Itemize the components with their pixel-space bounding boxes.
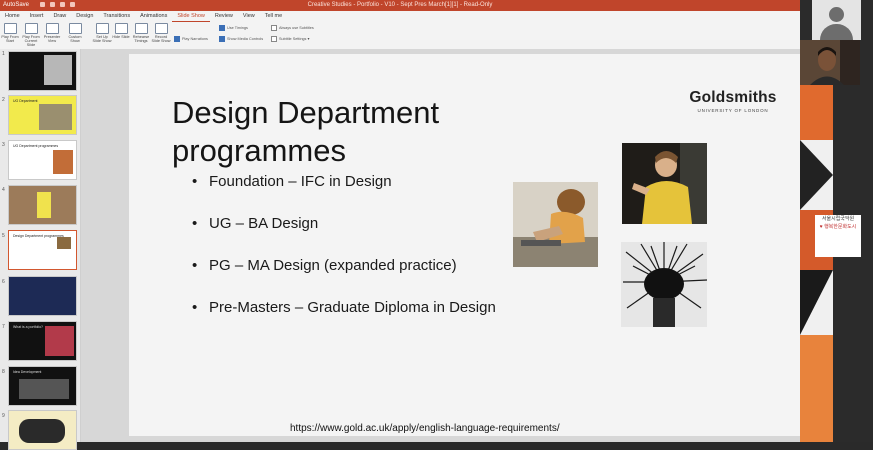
list-item: • Pre-Masters – Graduate Diploma in Desig…: [192, 299, 496, 316]
participant-avatar[interactable]: [812, 0, 861, 40]
show-media-controls-checkbox[interactable]: Show Media Controls: [219, 36, 263, 42]
person-icon: [829, 7, 844, 22]
slide-title-line: programmes: [172, 133, 346, 168]
thumbnail-image: [19, 419, 65, 443]
slide-thumbnail[interactable]: UG Department programmes: [8, 140, 77, 180]
presenter-icon: [45, 23, 59, 34]
rehearse-timings-button[interactable]: Rehearse Timings: [131, 23, 151, 43]
tab-transitions[interactable]: Transitions: [98, 11, 135, 22]
list-item: • Foundation – IFC in Design: [192, 173, 392, 190]
bullet-glyph: •: [192, 215, 198, 232]
slide-thumbnails-panel: 1 2 UG Department 3 UG Department progra…: [0, 49, 81, 450]
slide-number: 7: [2, 324, 5, 330]
slide-thumbnail[interactable]: What is a portfolio?: [8, 321, 77, 361]
thumbnail-image: [37, 192, 51, 218]
slide-number: 9: [2, 413, 5, 419]
play-icon: [24, 23, 38, 34]
slide-number: 8: [2, 369, 5, 375]
slide-thumbnail[interactable]: [8, 276, 77, 316]
use-timings-checkbox[interactable]: Use Timings: [219, 25, 248, 31]
tab-slide-show[interactable]: Slide Show: [172, 12, 210, 22]
thumbnail-image: [53, 150, 73, 174]
checkbox-icon: [219, 36, 225, 42]
slide-number: 5: [2, 233, 5, 239]
slide-number: 2: [2, 97, 5, 103]
slide-number: 6: [2, 279, 5, 285]
thumbnail-image: [45, 326, 74, 356]
bullet-glyph: •: [192, 173, 198, 190]
thumbnail-image: [57, 237, 71, 249]
ribbon-tabs: Home Insert Draw Design Transitions Anim…: [0, 11, 800, 22]
korean-logo-text: 서울시립국악원 ♥ 행복한문화도시: [815, 215, 861, 257]
record-icon: [154, 23, 168, 34]
bullet-list[interactable]: • Foundation – IFC in Design • UG – BA Des…: [192, 173, 496, 341]
subtitle-settings-dropdown[interactable]: Subtitle Settings ▾: [271, 36, 309, 42]
video-panel: 서울시립국악원 ♥ 행복한문화도시: [800, 0, 873, 442]
presenter-view-button[interactable]: Presenter View: [42, 23, 62, 43]
tab-review[interactable]: Review: [210, 11, 238, 22]
custom-show-icon: [68, 23, 82, 34]
slide-number: 1: [2, 51, 5, 57]
tab-home[interactable]: Home: [0, 11, 25, 22]
ribbon: Play From Start Play From Current Slide …: [0, 22, 800, 50]
list-item: • UG – BA Design: [192, 215, 319, 232]
thumbnail-image: [19, 379, 69, 399]
slide-canvas[interactable]: Design Department programmes • Foundation…: [129, 54, 800, 436]
checkbox-icon: [174, 36, 180, 42]
hide-slide-button[interactable]: Hide Slide: [111, 23, 131, 39]
slide-thumbnail[interactable]: [8, 51, 77, 91]
timer-icon: [134, 23, 148, 34]
slide-title-line: Design Department: [172, 95, 440, 130]
title-bar: AutoSave Creative Studies - Portfolio - …: [0, 0, 800, 11]
spiky-sculpture-photo[interactable]: [621, 242, 707, 327]
slide-number: 3: [2, 142, 5, 148]
slide-editor: Design Department programmes • Foundation…: [81, 49, 800, 442]
play-from-current-button[interactable]: Play From Current Slide: [21, 23, 41, 47]
photo-image: [622, 143, 707, 224]
play-from-start-button[interactable]: Play From Start: [0, 23, 20, 43]
goldsmiths-logo: Goldsmiths UNIVERSITY OF LONDON: [689, 89, 777, 113]
tab-design[interactable]: Design: [71, 11, 98, 22]
set-up-slide-show-button[interactable]: Set Up Slide Show: [92, 23, 112, 43]
play-icon: [3, 23, 17, 34]
photo-image: [621, 242, 707, 327]
setup-icon: [95, 23, 109, 34]
video-feed: [800, 40, 860, 85]
slide-number: 4: [2, 187, 5, 193]
slide-url-text[interactable]: https://www.gold.ac.uk/apply/english-lan…: [290, 423, 560, 434]
list-item: • PG – MA Design (expanded practice): [192, 257, 457, 274]
tab-insert[interactable]: Insert: [25, 11, 49, 22]
slide-thumbnail[interactable]: Idea Development: [8, 366, 77, 406]
subtitle-icon: [271, 36, 277, 42]
tell-me-search[interactable]: Tell me: [260, 11, 287, 22]
tab-animations[interactable]: Animations: [135, 11, 172, 22]
slide-thumbnail[interactable]: [8, 185, 77, 225]
woman-yellow-photo[interactable]: [622, 143, 707, 224]
participant-video[interactable]: [800, 40, 860, 85]
hide-slide-icon: [114, 23, 128, 34]
record-slide-show-button[interactable]: Record Slide Show: [151, 23, 171, 43]
play-narrations-checkbox[interactable]: Play Narrations: [174, 36, 208, 42]
thumbnail-image: [44, 55, 72, 85]
document-title: Creative Studies - Portfolio - V10 - Sep…: [307, 2, 493, 8]
bullet-glyph: •: [192, 299, 198, 316]
slide-thumbnail[interactable]: UG Department: [8, 95, 77, 135]
slide-thumbnail-selected[interactable]: Design Department programmes: [8, 230, 77, 270]
thumbnail-image: [39, 104, 72, 130]
always-use-subtitles-checkbox[interactable]: Always use Subtitles: [271, 25, 314, 31]
checkbox-icon: [271, 25, 277, 31]
decorative-graphic: [800, 85, 833, 442]
slide-thumbnail[interactable]: [8, 410, 77, 450]
bullet-glyph: •: [192, 257, 198, 274]
slide-title[interactable]: Design Department programmes: [172, 94, 532, 170]
custom-show-button[interactable]: Custom Show: [65, 23, 85, 43]
tab-draw[interactable]: Draw: [48, 11, 71, 22]
photo-image: [513, 182, 598, 267]
tab-view[interactable]: View: [238, 11, 260, 22]
checkbox-icon: [219, 25, 225, 31]
student-workshop-photo[interactable]: [513, 182, 598, 267]
